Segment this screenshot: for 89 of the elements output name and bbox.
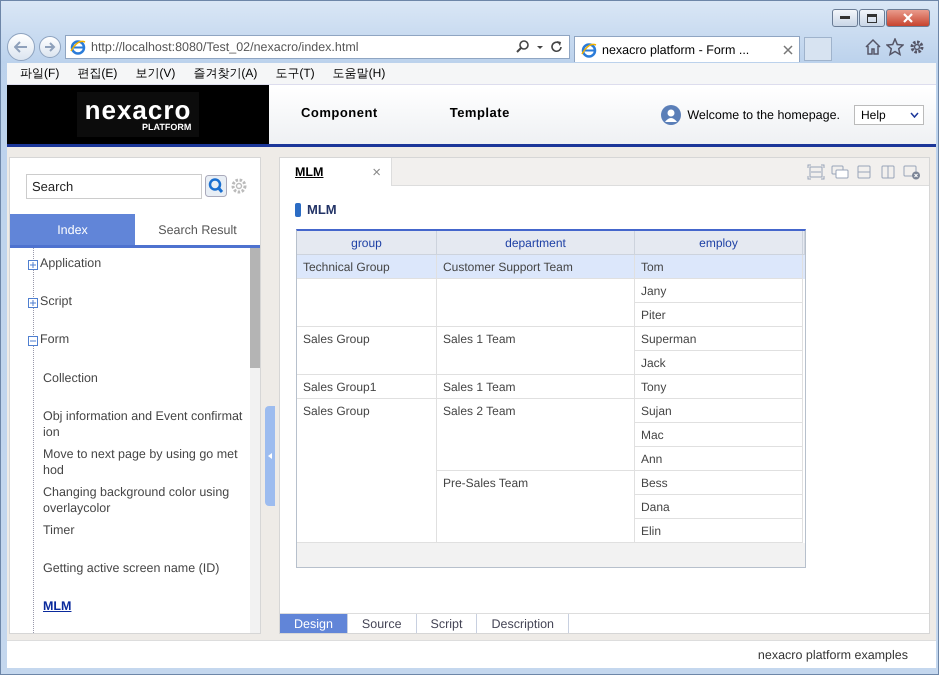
menu-item[interactable]: 도구(T) (266, 65, 324, 82)
sidebar-tab[interactable]: Index (10, 214, 135, 245)
help-dropdown[interactable]: Help (854, 104, 924, 124)
table-cell: Sales Group (297, 399, 437, 543)
view-tab[interactable]: Script (416, 614, 478, 633)
tree-item[interactable]: Form (40, 332, 70, 346)
menu-item[interactable]: 편집(E) (68, 65, 126, 82)
tree-item[interactable]: Script (40, 294, 72, 308)
collapse-icon[interactable] (28, 336, 38, 346)
caret-icon (910, 112, 919, 118)
forward-arrow-icon (44, 42, 56, 52)
minimize-button[interactable] (832, 9, 858, 27)
tree-item[interactable]: Collection (43, 370, 246, 408)
search-field[interactable]: Search (26, 174, 202, 198)
user-avatar-icon (661, 104, 682, 124)
nav-link[interactable]: Template (450, 105, 510, 144)
table-cell[interactable]: Superman (635, 327, 803, 351)
minimize-icon (840, 16, 850, 20)
table-cell: Pre-Sales Team (437, 471, 635, 543)
view-tab[interactable]: Design (280, 614, 348, 633)
address-field[interactable]: http://localhost:8080/Test_02/nexacro/index.html (65, 35, 570, 59)
table-cell: Sales Group (297, 327, 437, 375)
close-all-icon[interactable] (903, 164, 921, 180)
tree-item[interactable]: Obj information and Event confirmat ion (43, 408, 246, 446)
table-cell: Sales 1 Team (437, 327, 635, 375)
tree-item[interactable]: Application (40, 256, 102, 270)
expand-icon[interactable] (28, 260, 38, 270)
tree-item[interactable]: Changing background color using overlaycolor (43, 484, 246, 522)
cascade-icon[interactable] (831, 164, 849, 180)
close-button[interactable] (886, 9, 930, 27)
back-button[interactable] (7, 33, 35, 61)
table-cell[interactable]: Tom (635, 255, 803, 279)
tree-item[interactable]: Getting active screen name (ID) (43, 560, 246, 598)
url-text: http://localhost:8080/Test_02/nexacro/index.html (91, 40, 360, 54)
section-title: MLM (307, 202, 337, 217)
document-tab[interactable]: MLM × (280, 158, 392, 186)
split-vertical-icon[interactable] (879, 164, 897, 180)
table-cell: Sales 2 Team (437, 399, 635, 471)
table-cell: Technical Group (297, 255, 437, 279)
table-cell: Sales 1 Team (437, 375, 635, 399)
logo: nexacro PLATFORM (76, 92, 200, 137)
tree-item[interactable]: Move to next page by using go met hod (43, 446, 246, 484)
tree-item[interactable]: MLM (43, 598, 246, 633)
browser-tab[interactable]: nexacro platform - Form ... (574, 36, 800, 62)
close-icon (903, 13, 913, 23)
table-cell[interactable]: Elin (635, 519, 803, 543)
table-cell[interactable]: Piter (635, 303, 803, 327)
table-cell[interactable]: Ann (635, 447, 803, 471)
table-cell[interactable]: Tony (635, 375, 803, 399)
title-marker-icon (295, 202, 301, 216)
star-icon[interactable] (886, 38, 904, 56)
footer-text: nexacro platform examples (758, 648, 908, 662)
menu-item[interactable]: 도움말(H) (324, 65, 394, 82)
menu-item[interactable]: 보기(V) (126, 65, 184, 82)
forward-button[interactable] (39, 36, 61, 58)
browser-logo-icon (70, 39, 86, 55)
search-icon[interactable] (515, 39, 531, 55)
table-cell: Sales Group1 (297, 375, 437, 399)
expand-icon[interactable] (28, 298, 38, 308)
maximize-icon (867, 14, 877, 22)
close-icon[interactable]: × (372, 164, 381, 180)
collapse-handle[interactable] (265, 406, 275, 506)
close-icon[interactable] (783, 44, 793, 54)
menu-item[interactable]: 즐겨찾기(A) (184, 65, 266, 82)
table-cell[interactable]: Jany (635, 279, 803, 303)
table-cell[interactable]: Dana (635, 495, 803, 519)
fit-screen-icon[interactable] (807, 164, 825, 180)
left-caret-icon (268, 452, 272, 458)
home-icon[interactable] (864, 38, 882, 56)
search-icon[interactable] (205, 175, 227, 197)
settings-icon[interactable] (908, 38, 926, 56)
table-cell[interactable]: Jack (635, 351, 803, 375)
browser-logo-icon (581, 42, 597, 58)
column-header: employ (635, 231, 803, 255)
maximize-button[interactable] (859, 9, 885, 27)
back-arrow-icon (14, 41, 28, 53)
scrollbar[interactable] (250, 248, 260, 633)
nav-link[interactable]: Component (301, 105, 378, 144)
tree-item[interactable]: Timer (43, 522, 246, 560)
refresh-icon[interactable] (549, 39, 565, 55)
split-horizontal-icon[interactable] (855, 164, 873, 180)
column-header: group (297, 231, 437, 255)
menu-item[interactable]: 파일(F) (11, 65, 68, 82)
welcome-text: Welcome to the homepage. (687, 108, 840, 122)
column-header: department (437, 231, 635, 255)
table-cell[interactable]: Sujan (635, 399, 803, 423)
table-cell: Customer Support Team (437, 255, 635, 279)
table-cell[interactable]: Bess (635, 471, 803, 495)
table-cell[interactable]: Mac (635, 423, 803, 447)
